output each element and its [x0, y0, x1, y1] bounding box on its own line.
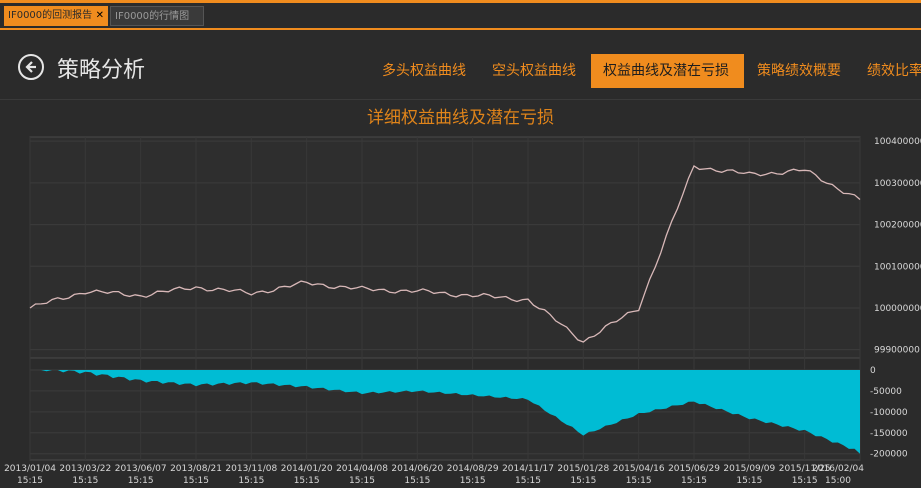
x-tick-label: 15:15	[183, 476, 209, 486]
x-tick-label: 2013/01/04	[4, 464, 56, 474]
x-tick-label: 2014/01/20	[281, 464, 333, 474]
plot-frame	[29, 136, 861, 359]
x-tick-label: 2014/11/17	[502, 464, 554, 474]
x-tick-label: 15:15	[294, 476, 320, 486]
x-tick-label: 15:15	[238, 476, 264, 486]
x-tick-label: 15:15	[17, 476, 43, 486]
y-tick-label: 100400000	[874, 137, 921, 147]
x-tick-label: 15:15	[736, 476, 762, 486]
x-tick-label: 2013/06/07	[115, 464, 167, 474]
x-tick-label: 15:15	[570, 476, 596, 486]
y-tick-label: 100200000	[874, 221, 921, 231]
y-tick-label: 100300000	[874, 179, 921, 189]
x-tick-label: 2014/04/08	[336, 464, 388, 474]
x-tick-label: 2015/09/09	[723, 464, 775, 474]
x-tick-label: 2014/08/29	[447, 464, 499, 474]
x-tick-label: 15:15	[460, 476, 486, 486]
y-tick-label: -100000	[870, 408, 908, 418]
x-tick-label: 2015/06/29	[668, 464, 720, 474]
x-tick-label: 2013/03/22	[59, 464, 111, 474]
x-tick-label: 15:15	[792, 476, 818, 486]
y-tick-label: -150000	[870, 429, 908, 439]
x-tick-label: 15:15	[681, 476, 707, 486]
x-tick-label: 15:15	[349, 476, 375, 486]
y-tick-label: -50000	[870, 387, 902, 397]
equity-drawdown-chart: 100400000 100300000 100200000 100100000 1000…	[4, 136, 921, 486]
x-tick-label: 15:15	[404, 476, 430, 486]
x-tick-label: 15:15	[128, 476, 154, 486]
x-tick-label: 15:15	[515, 476, 541, 486]
x-tick-label: 2016/02/04	[812, 464, 864, 474]
x-tick-label: 2015/04/16	[613, 464, 665, 474]
y-tick-label: 100100000	[874, 262, 921, 272]
x-tick-label: 2014/06/20	[391, 464, 443, 474]
y-tick-label: 100000000	[874, 304, 921, 314]
y-tick-label: 0	[870, 366, 876, 376]
x-tick-label: 2013/08/21	[170, 464, 222, 474]
y-tick-label: -200000	[870, 450, 908, 460]
x-tick-label: 15:15	[72, 476, 98, 486]
x-tick-label: 2015/01/28	[557, 464, 609, 474]
x-tick-label: 2013/11/08	[225, 464, 277, 474]
y-tick-label: 99900000	[874, 346, 920, 356]
x-tick-label: 15:00	[825, 476, 851, 486]
x-tick-label: 15:15	[626, 476, 652, 486]
